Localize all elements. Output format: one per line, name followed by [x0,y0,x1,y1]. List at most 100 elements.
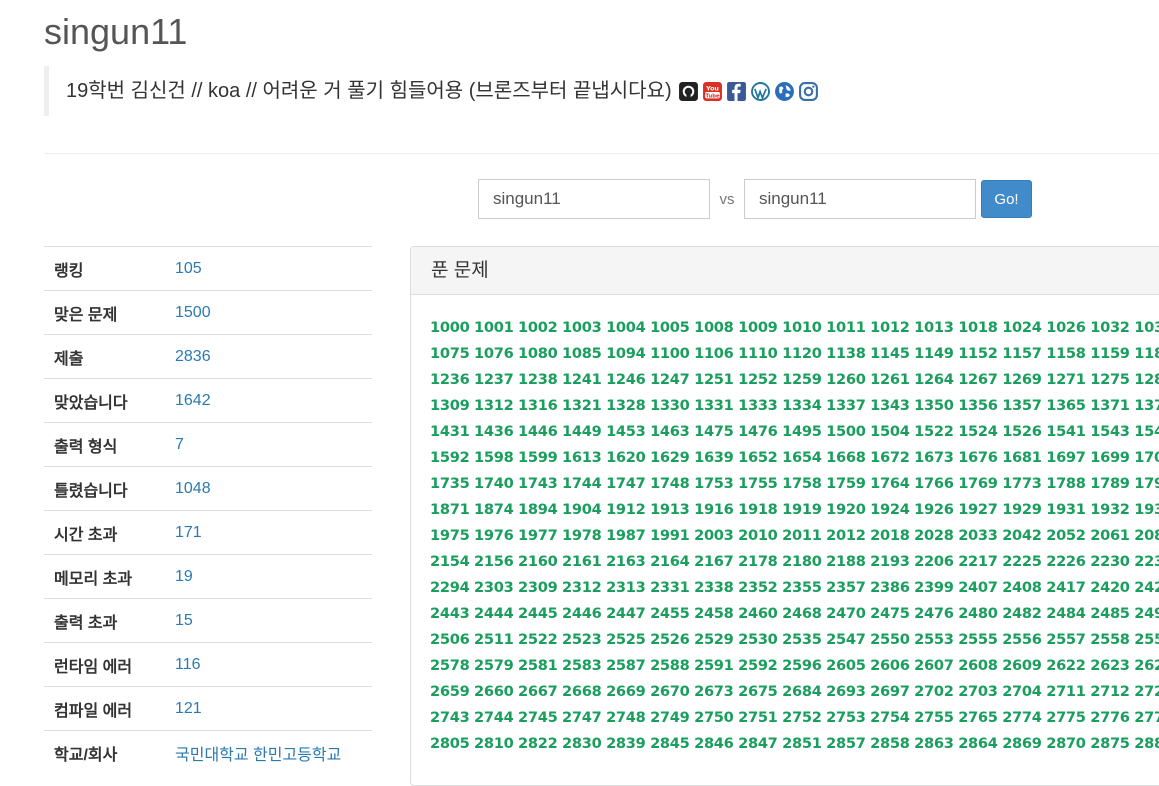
problem-link[interactable]: 1755 [738,475,778,492]
problem-link[interactable]: 2553 [914,631,954,648]
problem-link[interactable]: 2444 [474,605,514,622]
problem-link[interactable]: 1764 [870,475,910,492]
problem-link[interactable]: 1699 [1090,449,1130,466]
problem-link[interactable]: 1321 [562,397,602,414]
problem-link[interactable]: 2033 [958,527,998,544]
problem-link[interactable]: 1753 [694,475,734,492]
problem-link[interactable]: 1766 [914,475,954,492]
problem-link[interactable]: 2163 [606,553,646,570]
problem-link[interactable]: 2684 [782,683,822,700]
problem-link[interactable]: 2460 [738,605,778,622]
problem-link[interactable]: 2774 [1002,709,1042,726]
problem-link[interactable]: 1748 [650,475,690,492]
problem-link[interactable]: 2581 [518,657,558,674]
problem-link[interactable]: 1639 [694,449,734,466]
problem-link[interactable]: 2511 [474,631,514,648]
problem-link[interactable]: 1357 [1002,397,1042,414]
problem-link[interactable]: 1931 [1046,501,1086,518]
problem-link[interactable]: 1789 [1090,475,1130,492]
problem-link[interactable]: 2331 [650,579,690,596]
problem-link[interactable]: 2003 [694,527,734,544]
problem-link[interactable]: 2480 [958,605,998,622]
problem-link[interactable]: 2863 [914,735,954,752]
problem-link[interactable]: 1522 [914,423,954,440]
problem-link[interactable]: 2669 [606,683,646,700]
problem-link[interactable]: 1524 [958,423,998,440]
problem-link[interactable]: 1334 [782,397,822,414]
problem-link[interactable]: 1076 [474,345,514,362]
problem-link[interactable]: 1934 [1134,501,1159,518]
problem-link[interactable]: 2217 [958,553,998,570]
problem-link[interactable]: 1152 [958,345,998,362]
problem-link[interactable]: 1543 [1090,423,1130,440]
wordpress-icon[interactable] [750,81,771,102]
problem-link[interactable]: 2160 [518,553,558,570]
problem-link[interactable]: 2011 [782,527,822,544]
problem-link[interactable]: 2225 [1002,553,1042,570]
problem-link[interactable]: 2744 [474,709,514,726]
problem-link[interactable]: 1181 [1134,345,1159,362]
problem-link[interactable]: 1918 [738,501,778,518]
problem-link[interactable]: 1371 [1090,397,1130,414]
problem-link[interactable]: 2591 [694,657,734,674]
problem-link[interactable]: 2583 [562,657,602,674]
problem-link[interactable]: 1673 [914,449,954,466]
problem-link[interactable]: 1916 [694,501,734,518]
problem-link[interactable]: 1000 [430,319,470,336]
problem-link[interactable]: 2422 [1134,579,1159,596]
problem-link[interactable]: 1237 [474,371,514,388]
problem-link[interactable]: 2312 [562,579,602,596]
problem-link[interactable]: 2555 [958,631,998,648]
problem-link[interactable]: 1267 [958,371,998,388]
problem-link[interactable]: 1009 [738,319,778,336]
problem-link[interactable]: 2749 [650,709,690,726]
problem-link[interactable]: 2810 [474,735,514,752]
problem-link[interactable]: 2747 [562,709,602,726]
problem-link[interactable]: 1894 [518,501,558,518]
problem-link[interactable]: 1874 [474,501,514,518]
problem-link[interactable]: 1094 [606,345,646,362]
problem-link[interactable]: 2748 [606,709,646,726]
go-button[interactable]: Go! [981,180,1032,218]
problem-link[interactable]: 2470 [826,605,866,622]
problem-link[interactable]: 2858 [870,735,910,752]
problem-link[interactable]: 1001 [474,319,514,336]
problem-link[interactable]: 2407 [958,579,998,596]
problem-link[interactable]: 2018 [870,527,910,544]
problem-link[interactable]: 1613 [562,449,602,466]
problem-link[interactable]: 1026 [1046,319,1086,336]
problem-link[interactable]: 1251 [694,371,734,388]
problem-link[interactable]: 1032 [1090,319,1130,336]
problem-link[interactable]: 1260 [826,371,866,388]
problem-link[interactable]: 2703 [958,683,998,700]
problem-link[interactable]: 2752 [782,709,822,726]
problem-link[interactable]: 2525 [606,631,646,648]
problem-link[interactable]: 2352 [738,579,778,596]
problem-link[interactable]: 1495 [782,423,822,440]
problem-link[interactable]: 1926 [914,501,954,518]
problem-link[interactable]: 1744 [562,475,602,492]
problem-link[interactable]: 1500 [826,423,866,440]
problem-link[interactable]: 1598 [474,449,514,466]
problem-link[interactable]: 1252 [738,371,778,388]
problem-link[interactable]: 1977 [518,527,558,544]
instagram-icon[interactable] [798,81,819,102]
problem-link[interactable]: 2523 [562,631,602,648]
problem-link[interactable]: 2623 [1090,657,1130,674]
problem-link[interactable]: 2830 [562,735,602,752]
problem-link[interactable]: 1912 [606,501,646,518]
problem-link[interactable]: 2445 [518,605,558,622]
problem-link[interactable]: 1138 [826,345,866,362]
problem-link[interactable]: 1652 [738,449,778,466]
problem-link[interactable]: 1431 [430,423,470,440]
problem-link[interactable]: 1365 [1046,397,1086,414]
problem-link[interactable]: 2659 [430,683,470,700]
problem-link[interactable]: 2712 [1090,683,1130,700]
vs-right-input[interactable] [744,179,976,219]
problem-link[interactable]: 1629 [650,449,690,466]
problem-link[interactable]: 2670 [650,683,690,700]
problem-link[interactable]: 1343 [870,397,910,414]
problem-link[interactable]: 1157 [1002,345,1042,362]
problem-link[interactable]: 2484 [1046,605,1086,622]
problem-link[interactable]: 2753 [826,709,866,726]
